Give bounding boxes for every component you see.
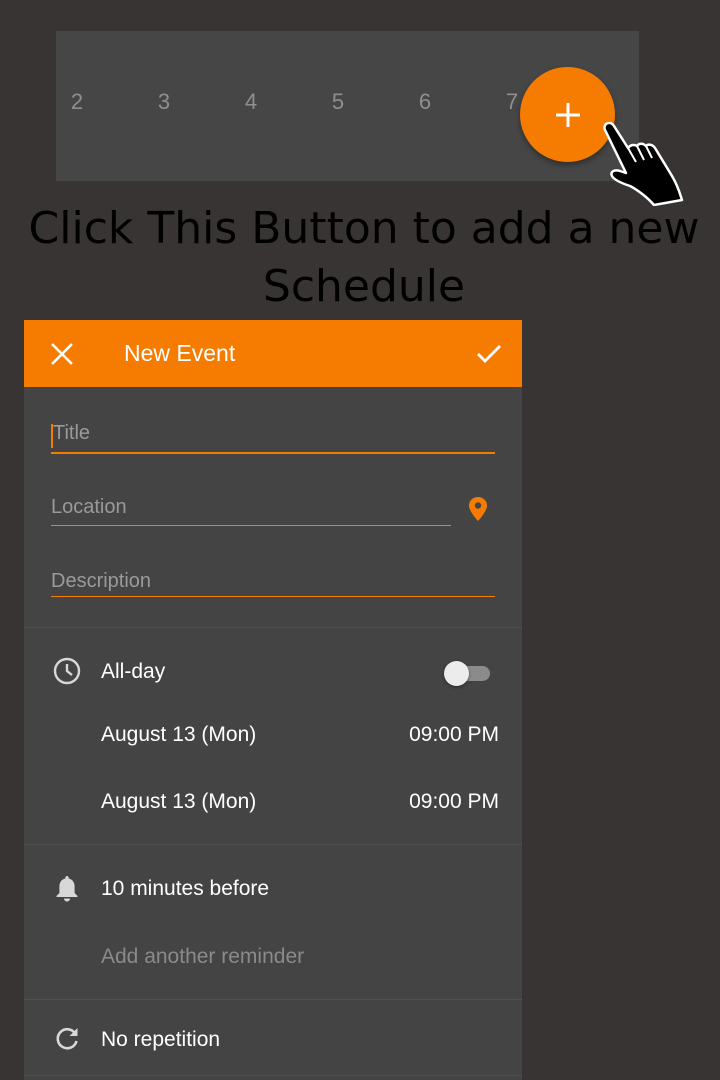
- calendar-day[interactable]: 4: [245, 89, 257, 115]
- title-underline: [51, 452, 495, 454]
- all-day-toggle[interactable]: [444, 660, 492, 686]
- repeat-icon: [56, 1027, 78, 1050]
- add-reminder-link[interactable]: Add another reminder: [101, 945, 304, 969]
- dialog-title: New Event: [124, 340, 236, 366]
- calendar-day[interactable]: 7: [506, 89, 518, 115]
- section-divider: [24, 999, 522, 1000]
- dialog-app-bar: New Event: [24, 320, 522, 387]
- end-date[interactable]: August 13 (Mon): [101, 790, 256, 814]
- calendar-day[interactable]: 6: [419, 89, 431, 115]
- caption-line-2: Schedule: [262, 261, 466, 312]
- description-underline: [51, 596, 495, 597]
- location-placeholder: Location: [51, 496, 127, 518]
- text-cursor: [51, 424, 53, 448]
- location-field[interactable]: Location: [51, 496, 451, 528]
- toggle-thumb: [444, 661, 469, 686]
- location-underline: [51, 525, 451, 526]
- start-date[interactable]: August 13 (Mon): [101, 723, 256, 747]
- start-time[interactable]: 09:00 PM: [409, 723, 499, 747]
- description-placeholder: Description: [51, 570, 152, 592]
- section-divider: [24, 627, 522, 628]
- close-icon[interactable]: [50, 342, 74, 366]
- bell-icon: [56, 876, 78, 902]
- calendar-day[interactable]: 2: [71, 89, 83, 115]
- title-placeholder: Title: [53, 422, 91, 444]
- location-pin-icon[interactable]: [467, 496, 489, 522]
- hand-pointer-icon: [603, 121, 684, 206]
- reminder-item[interactable]: 10 minutes before: [101, 877, 269, 901]
- repetition-setting[interactable]: No repetition: [101, 1028, 220, 1052]
- title-field[interactable]: Title: [51, 422, 495, 454]
- clock-icon: [53, 657, 81, 685]
- instruction-caption: Click This Button to add a new Schedule: [0, 200, 720, 316]
- end-time[interactable]: 09:00 PM: [409, 790, 499, 814]
- plus-icon: [555, 102, 580, 127]
- calendar-day[interactable]: 3: [158, 89, 170, 115]
- description-field[interactable]: Description: [51, 570, 495, 602]
- section-divider: [24, 844, 522, 845]
- calendar-day[interactable]: 5: [332, 89, 344, 115]
- section-divider: [24, 1075, 522, 1076]
- all-day-label: All-day: [101, 660, 166, 683]
- check-icon[interactable]: [476, 342, 502, 366]
- new-event-dialog: New Event Title Location Description All…: [24, 320, 522, 1080]
- caption-line-1: Click This Button to add a new: [28, 203, 700, 254]
